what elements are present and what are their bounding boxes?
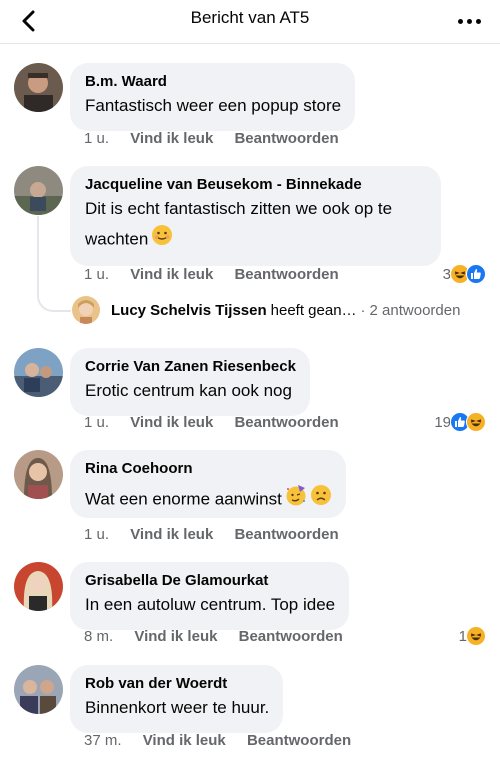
reaction-summary[interactable]: 3 [443,264,486,284]
like-button[interactable]: Vind ik leuk [130,414,213,431]
comment-actions: 1 u. Vind ik leuk Beantwoorden [84,130,356,147]
comment-time: 1 u. [84,266,110,283]
reaction-count: 19 [434,413,451,431]
comment-bubble: Corrie Van Zanen Riesenbeck Erotic centr… [70,348,310,416]
party-face-emoji [285,484,307,516]
avatar[interactable] [14,665,63,714]
avatar[interactable] [14,63,63,112]
reply-button[interactable]: Beantwoorden [234,414,338,431]
separator-dot: · [360,301,366,319]
avatar[interactable] [14,166,63,215]
comment-actions: 1 u. Vind ik leuk Beantwoorden [84,266,356,283]
like-button[interactable]: Vind ik leuk [130,266,213,283]
haha-reaction-icon [466,412,486,432]
comment-bubble: Rina Coehoorn Wat een enorme aanwinst [70,450,346,518]
reply-button[interactable]: Beantwoorden [234,526,338,543]
comment-time: 8 m. [84,628,114,645]
comment-text-line: wachten [85,229,149,249]
like-button[interactable]: Vind ik leuk [134,628,217,645]
like-button[interactable]: Vind ik leuk [130,130,213,147]
top-bar: Bericht van AT5 [0,0,500,44]
like-reaction-icon [466,264,486,284]
comment-time: 1 u. [84,130,110,147]
more-options-button[interactable] [452,6,486,36]
avatar[interactable] [14,348,63,397]
avatar[interactable] [14,562,63,611]
smiling-face-emoji [151,224,173,256]
comment-text: Binnenkort weer te huur. [85,698,270,717]
reply-count: 2 antwoorden [369,301,461,319]
comment-actions: 8 m. Vind ik leuk Beantwoorden [84,628,360,645]
comment-bubble: Jacqueline van Beusekom - Binnekade Dit … [70,166,441,266]
comment-author[interactable]: Grisabella De Glamourkat [85,571,335,590]
comment-actions: 37 m. Vind ik leuk Beantwoorden [84,732,368,749]
comment-author[interactable]: Rob van der Woerdt [85,674,269,693]
page-title: Bericht van AT5 [190,8,310,27]
comment-author[interactable]: Corrie Van Zanen Riesenbeck [85,357,296,376]
comment-bubble: B.m. Waard Fantastisch weer een popup st… [70,63,356,131]
like-button[interactable]: Vind ik leuk [130,526,213,543]
haha-reaction-icon [466,626,486,646]
comment-actions: 1 u. Vind ik leuk Beantwoorden [84,414,356,431]
comment-author[interactable]: Jacqueline van Beusekom - Binnekade [85,175,427,194]
comment-text: Erotic centrum kan ook nog [85,381,292,400]
reply-button[interactable]: Beantwoorden [239,628,343,645]
more-dots-icon [457,18,463,24]
comment-time: 1 u. [84,526,110,543]
sad-face-emoji [310,484,332,516]
reply-avatar [72,296,100,324]
comment-text: Fantastisch weer een popup store [85,96,342,115]
comment-text: Wat een enorme aanwinst [85,489,282,509]
like-button[interactable]: Vind ik leuk [143,732,226,749]
reply-button[interactable]: Beantwoorden [234,266,338,283]
comment-author[interactable]: Rina Coehoorn [85,459,332,478]
avatar[interactable] [14,450,63,499]
comment-text-line: Dit is echt fantastisch zitten we ook op… [85,199,393,218]
comment-bubble: Rob van der Woerdt Binnenkort weer te hu… [70,665,284,733]
reply-button[interactable]: Beantwoorden [234,130,338,147]
reply-text: heeft gean… [270,301,357,319]
comment-text: In een autoluw centrum. Top idee [85,595,336,614]
reaction-summary[interactable]: 1 [459,626,486,646]
thread-connector [37,216,71,312]
comment-actions: 1 u. Vind ik leuk Beantwoorden [84,526,356,543]
reply-author: Lucy Schelvis Tijssen [111,301,267,319]
comment-time: 37 m. [84,732,122,749]
comment-bubble: Grisabella De Glamourkat In een autoluw … [70,562,350,630]
view-replies-link[interactable]: Lucy Schelvis Tijssen heeft gean… · 2 an… [72,296,460,324]
comment-time: 1 u. [84,414,110,431]
reply-button[interactable]: Beantwoorden [247,732,351,749]
reaction-summary[interactable]: 19 [434,412,486,432]
comment-author[interactable]: B.m. Waard [85,72,341,91]
